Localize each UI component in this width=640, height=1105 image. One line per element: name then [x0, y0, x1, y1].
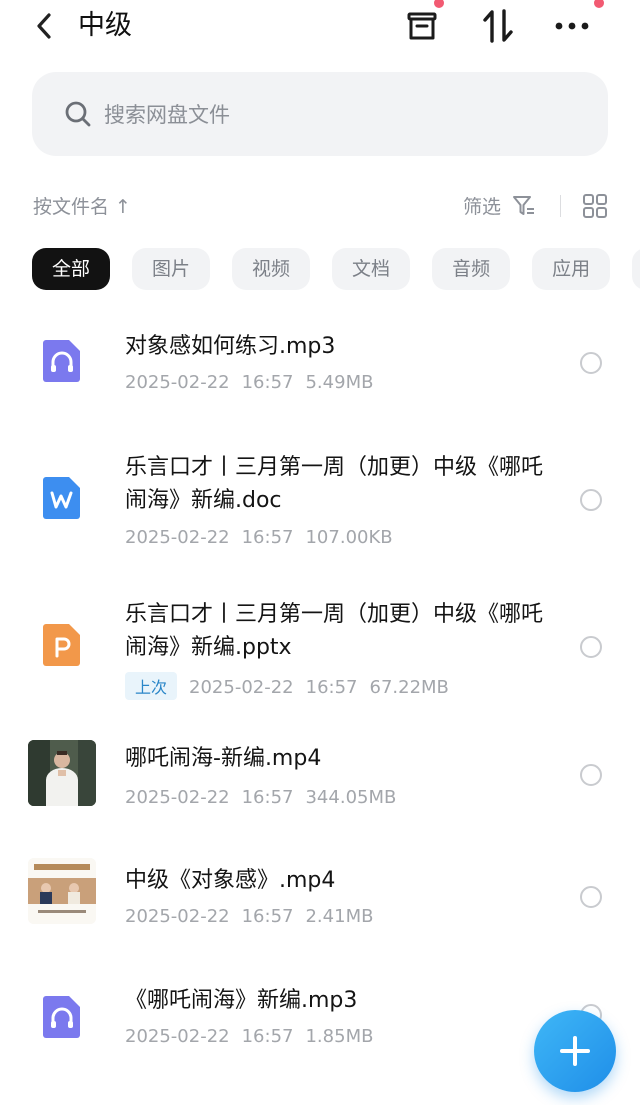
file-meta: 2025-02-22 16:57 107.00KB [125, 527, 405, 548]
tab-audio[interactable]: 音频 [432, 248, 511, 290]
select-radio[interactable] [580, 764, 602, 786]
list-item[interactable]: 哪吒闹海-新编.mp4 2025-02-22 16:57 344.05MB [0, 730, 640, 830]
transfer-icon [483, 9, 513, 43]
file-size: 67.22MB [369, 677, 449, 698]
filter-button[interactable]: 筛选 [463, 192, 501, 219]
file-date: 2025-02-22 [125, 372, 230, 393]
select-radio[interactable] [580, 489, 602, 511]
list-item[interactable]: 中级《对象感》.mp4 2025-02-22 16:57 2.41MB [0, 852, 640, 952]
tab-videos[interactable]: 视频 [232, 248, 311, 290]
search-bar[interactable] [32, 72, 608, 156]
file-date: 2025-02-22 [125, 906, 230, 927]
sort-bar: 按文件名 ↑ 筛选 [0, 188, 640, 224]
archive-icon [407, 12, 437, 40]
video-thumbnail [28, 858, 96, 924]
more-button[interactable] [552, 0, 604, 46]
file-time: 16:57 [241, 527, 294, 548]
transfer-button[interactable] [478, 6, 518, 46]
notification-dot [594, 0, 604, 8]
file-date: 2025-02-22 [125, 787, 230, 808]
audio-file-icon [43, 340, 80, 382]
add-button[interactable] [534, 1010, 616, 1092]
divider [560, 195, 561, 217]
file-meta: 2025-02-22 16:57 344.05MB [125, 787, 408, 808]
file-size: 2.41MB [305, 906, 374, 927]
file-name: 哪吒闹海-新编.mp4 [125, 746, 322, 771]
file-size: 1.85MB [305, 1026, 374, 1047]
list-item[interactable]: 对象感如何练习.mp3 2025-02-22 16:57 5.49MB [0, 300, 640, 420]
file-time: 16:57 [305, 677, 358, 698]
file-size: 5.49MB [305, 372, 374, 393]
tab-all[interactable]: 全部 [32, 248, 111, 290]
file-meta: 2025-02-22 16:57 1.85MB [125, 1026, 385, 1047]
search-input[interactable] [102, 92, 586, 138]
file-time: 16:57 [241, 906, 294, 927]
filter-icon[interactable] [512, 195, 536, 217]
page-title: 中级 [78, 10, 132, 41]
file-time: 16:57 [241, 372, 294, 393]
tab-more[interactable] [632, 248, 640, 290]
file-name: 乐言口才丨三月第一周（加更）中级《哪吒闹海》新编.doc [125, 455, 544, 513]
top-bar: 中级 [0, 0, 640, 54]
plus-icon [560, 1036, 590, 1066]
file-meta: 上次 2025-02-22 16:57 67.22MB [125, 672, 461, 700]
notification-dot [434, 0, 444, 8]
tab-apps[interactable]: 应用 [532, 248, 611, 290]
file-meta: 2025-02-22 16:57 5.49MB [125, 372, 385, 393]
more-icon [555, 22, 589, 30]
tab-documents[interactable]: 文档 [332, 248, 411, 290]
video-thumbnail [28, 740, 96, 806]
ppt-file-icon [43, 624, 80, 666]
file-size: 107.00KB [305, 527, 393, 548]
file-date: 2025-02-22 [189, 677, 294, 698]
file-name: 《哪吒闹海》新编.mp3 [125, 988, 358, 1013]
file-name: 乐言口才丨三月第一周（加更）中级《哪吒闹海》新编.pptx [125, 602, 544, 660]
select-radio[interactable] [580, 352, 602, 374]
category-filter-tabs: 全部 图片 视频 文档 音频 应用 [32, 248, 640, 290]
select-radio[interactable] [580, 886, 602, 908]
search-icon [65, 101, 91, 127]
chevron-left-icon [37, 13, 51, 39]
list-item[interactable]: 乐言口才丨三月第一周（加更）中级《哪吒闹海》新编.pptx 上次 2025-02-… [0, 592, 640, 712]
tab-images[interactable]: 图片 [132, 248, 211, 290]
last-opened-badge: 上次 [125, 672, 178, 700]
file-date: 2025-02-22 [125, 1026, 230, 1047]
select-radio[interactable] [580, 636, 602, 658]
file-size: 344.05MB [305, 787, 397, 808]
file-meta: 2025-02-22 16:57 2.41MB [125, 906, 385, 927]
file-name: 中级《对象感》.mp4 [125, 868, 336, 893]
word-file-icon [43, 477, 80, 519]
file-name: 对象感如何练习.mp3 [125, 334, 336, 359]
file-time: 16:57 [241, 787, 294, 808]
sort-by-name-button[interactable]: 按文件名 ↑ [33, 192, 131, 219]
file-date: 2025-02-22 [125, 527, 230, 548]
audio-file-icon [43, 996, 80, 1038]
file-time: 16:57 [241, 1026, 294, 1047]
back-button[interactable] [30, 8, 58, 44]
archive-button[interactable] [402, 0, 444, 46]
grid-view-icon[interactable] [582, 193, 608, 219]
list-item[interactable]: 乐言口才丨三月第一周（加更）中级《哪吒闹海》新编.doc 2025-02-22 1… [0, 445, 640, 565]
